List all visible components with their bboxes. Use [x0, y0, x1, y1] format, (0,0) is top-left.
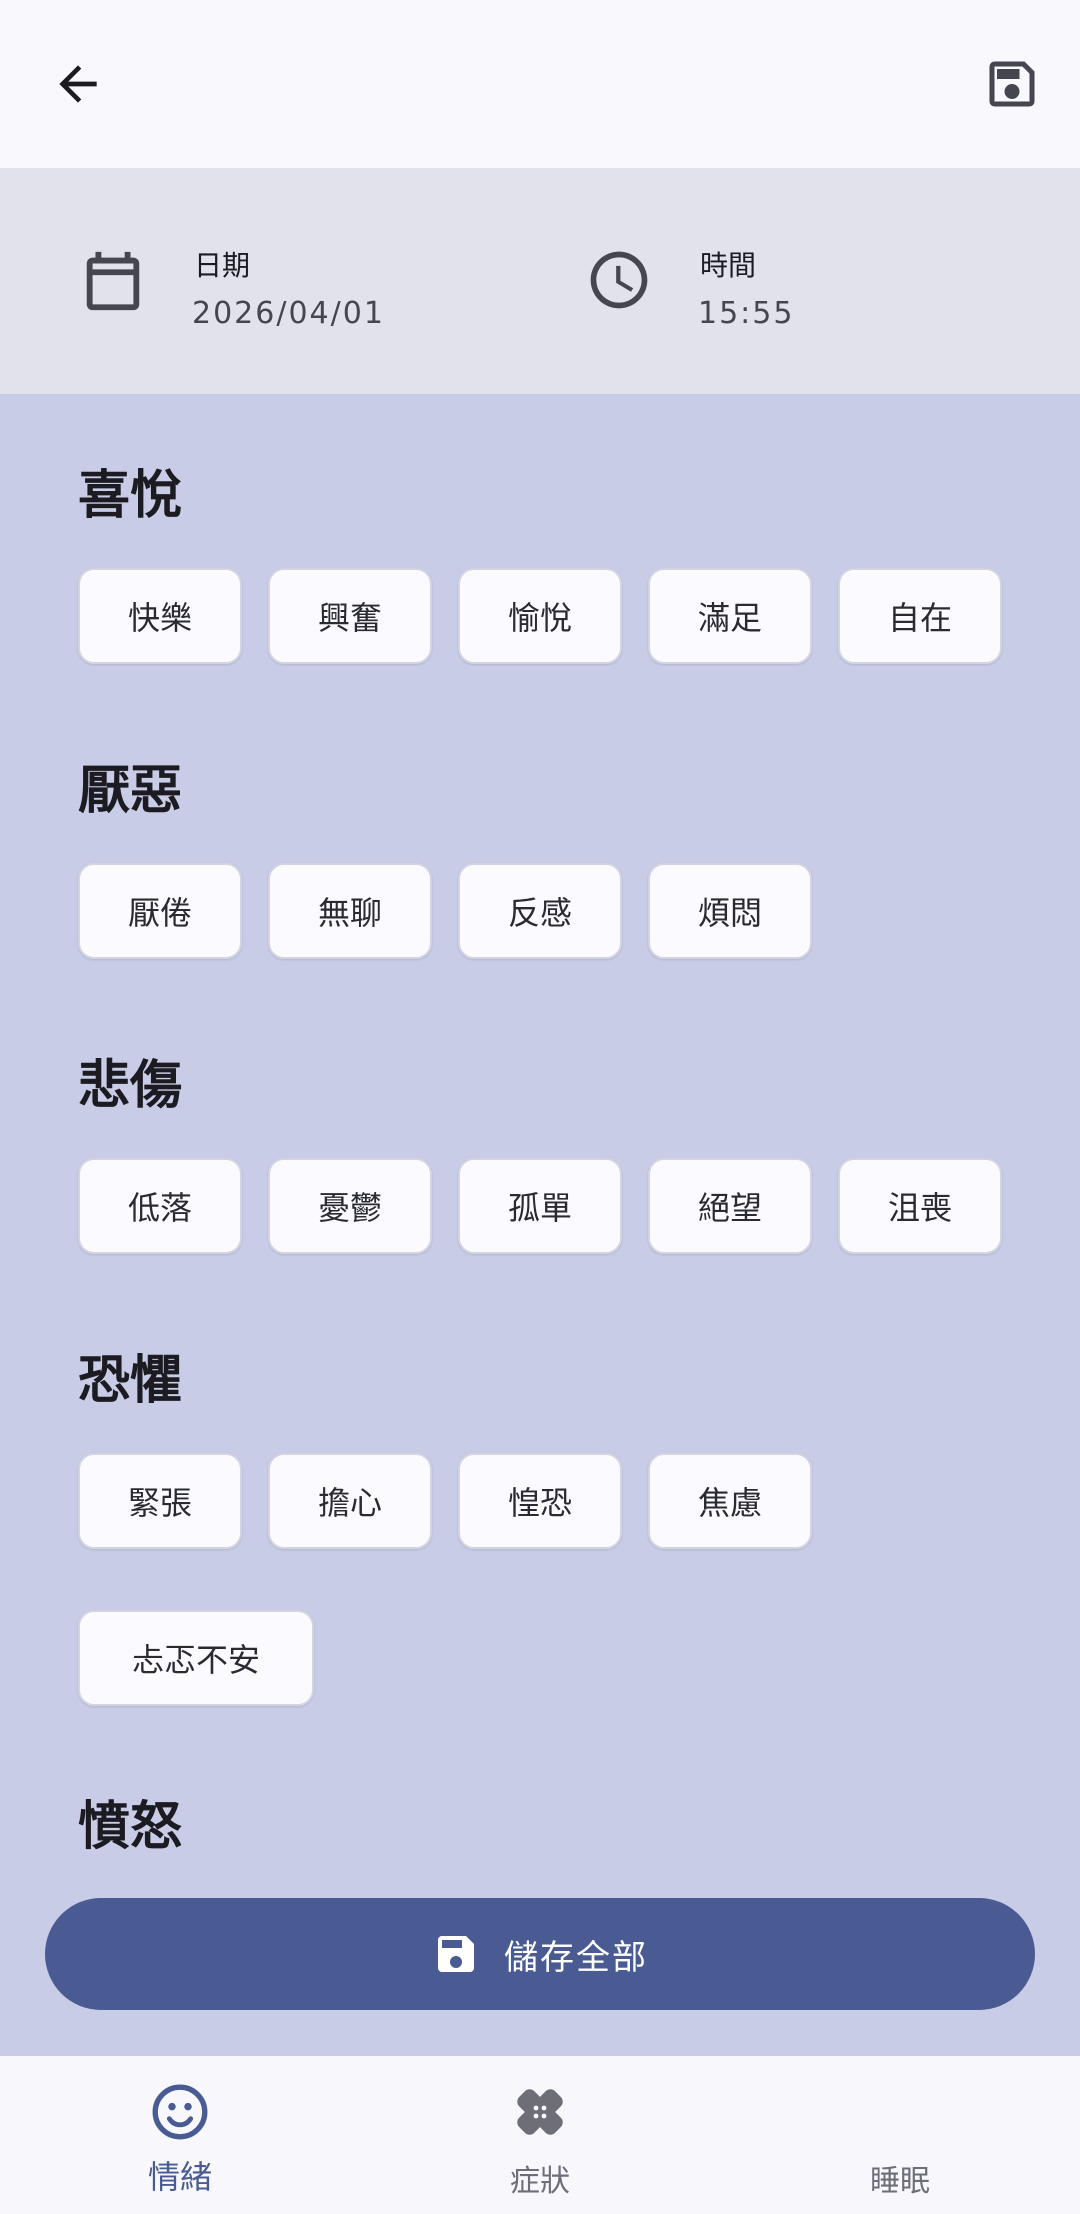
floppy-save-icon	[989, 61, 1035, 107]
datetime-bar: 日期 2026/04/01 時間 15:55	[0, 168, 1080, 394]
date-picker[interactable]: 日期 2026/04/01	[0, 168, 540, 394]
emotion-chip[interactable]: 愉悅	[458, 568, 622, 664]
emotion-chip[interactable]: 緊張	[78, 1453, 242, 1549]
calendar-icon	[86, 251, 140, 311]
bottom-navigation: 情緒 症狀 睡眠	[0, 2056, 1080, 2214]
emotion-chip[interactable]: 自在	[838, 568, 1002, 664]
emotion-chip[interactable]: 絕望	[648, 1158, 812, 1254]
time-value: 15:55	[698, 296, 795, 331]
date-value: 2026/04/01	[192, 296, 385, 331]
emotion-chip[interactable]: 孤單	[458, 1158, 622, 1254]
category-title: 悲傷	[78, 1055, 183, 1116]
moon-icon	[884, 2086, 910, 2138]
category-fear: 恐懼 緊張 擔心 惶恐 焦慮 忐忑不安	[78, 1343, 1018, 1706]
date-label: 日期	[194, 249, 251, 282]
emotion-chip[interactable]: 焦慮	[648, 1453, 812, 1549]
emotion-chip[interactable]: 無聊	[268, 863, 432, 959]
emotion-chip[interactable]: 滿足	[648, 568, 812, 664]
nav-label: 症狀	[510, 2164, 570, 2199]
category-title: 厭惡	[78, 760, 183, 821]
emotion-chip[interactable]: 煩悶	[648, 863, 812, 959]
bandage-icon	[517, 2089, 563, 2135]
save-all-label: 儲存全部	[504, 1937, 648, 1978]
nav-tab-emotion[interactable]: 情緒	[0, 2056, 360, 2214]
emotion-chip[interactable]: 厭倦	[78, 863, 242, 959]
emotion-chip[interactable]: 快樂	[78, 568, 242, 664]
back-button[interactable]	[34, 40, 122, 128]
nav-tab-symptoms[interactable]: 症狀	[360, 2056, 720, 2214]
category-joy: 喜悅 快樂 興奮 愉悅 滿足 自在	[78, 458, 1018, 664]
arrow-back-icon	[59, 65, 97, 103]
nav-tab-sleep[interactable]: 睡眠	[720, 2056, 1080, 2214]
save-all-button[interactable]: 儲存全部	[45, 1898, 1035, 2010]
category-title: 喜悅	[78, 465, 183, 526]
emotion-chip[interactable]: 憂鬱	[268, 1158, 432, 1254]
save-button[interactable]	[968, 40, 1056, 128]
nav-label: 睡眠	[870, 2164, 930, 2199]
smiley-face-icon	[152, 2084, 208, 2140]
emotion-chip[interactable]: 忐忑不安	[78, 1610, 314, 1706]
emotion-chip[interactable]: 反感	[458, 863, 622, 959]
floppy-save-icon	[432, 1930, 480, 1978]
category-title: 憤怒	[78, 1796, 183, 1857]
top-app-bar	[0, 0, 1080, 168]
nav-label: 情緒	[147, 2158, 212, 2196]
emotion-chip[interactable]: 低落	[78, 1158, 242, 1254]
emotion-chip[interactable]: 沮喪	[838, 1158, 1002, 1254]
emotion-chip[interactable]: 惶恐	[458, 1453, 622, 1549]
clock-icon	[590, 251, 648, 309]
category-anger: 憤怒	[78, 1789, 1018, 1865]
time-label: 時間	[700, 249, 757, 282]
category-sadness: 悲傷 低落 憂鬱 孤單 絕望 沮喪	[78, 1048, 1018, 1254]
emotion-chip[interactable]: 擔心	[268, 1453, 432, 1549]
time-picker[interactable]: 時間 15:55	[540, 168, 1080, 394]
emotion-list[interactable]: 喜悅 快樂 興奮 愉悅 滿足 自在 厭惡 厭倦 無聊 反感 煩悶 悲傷 低落 憂…	[0, 394, 1080, 2056]
category-disgust: 厭惡 厭倦 無聊 反感 煩悶	[78, 753, 1018, 959]
emotion-chip[interactable]: 興奮	[268, 568, 432, 664]
category-title: 恐懼	[78, 1350, 183, 1411]
